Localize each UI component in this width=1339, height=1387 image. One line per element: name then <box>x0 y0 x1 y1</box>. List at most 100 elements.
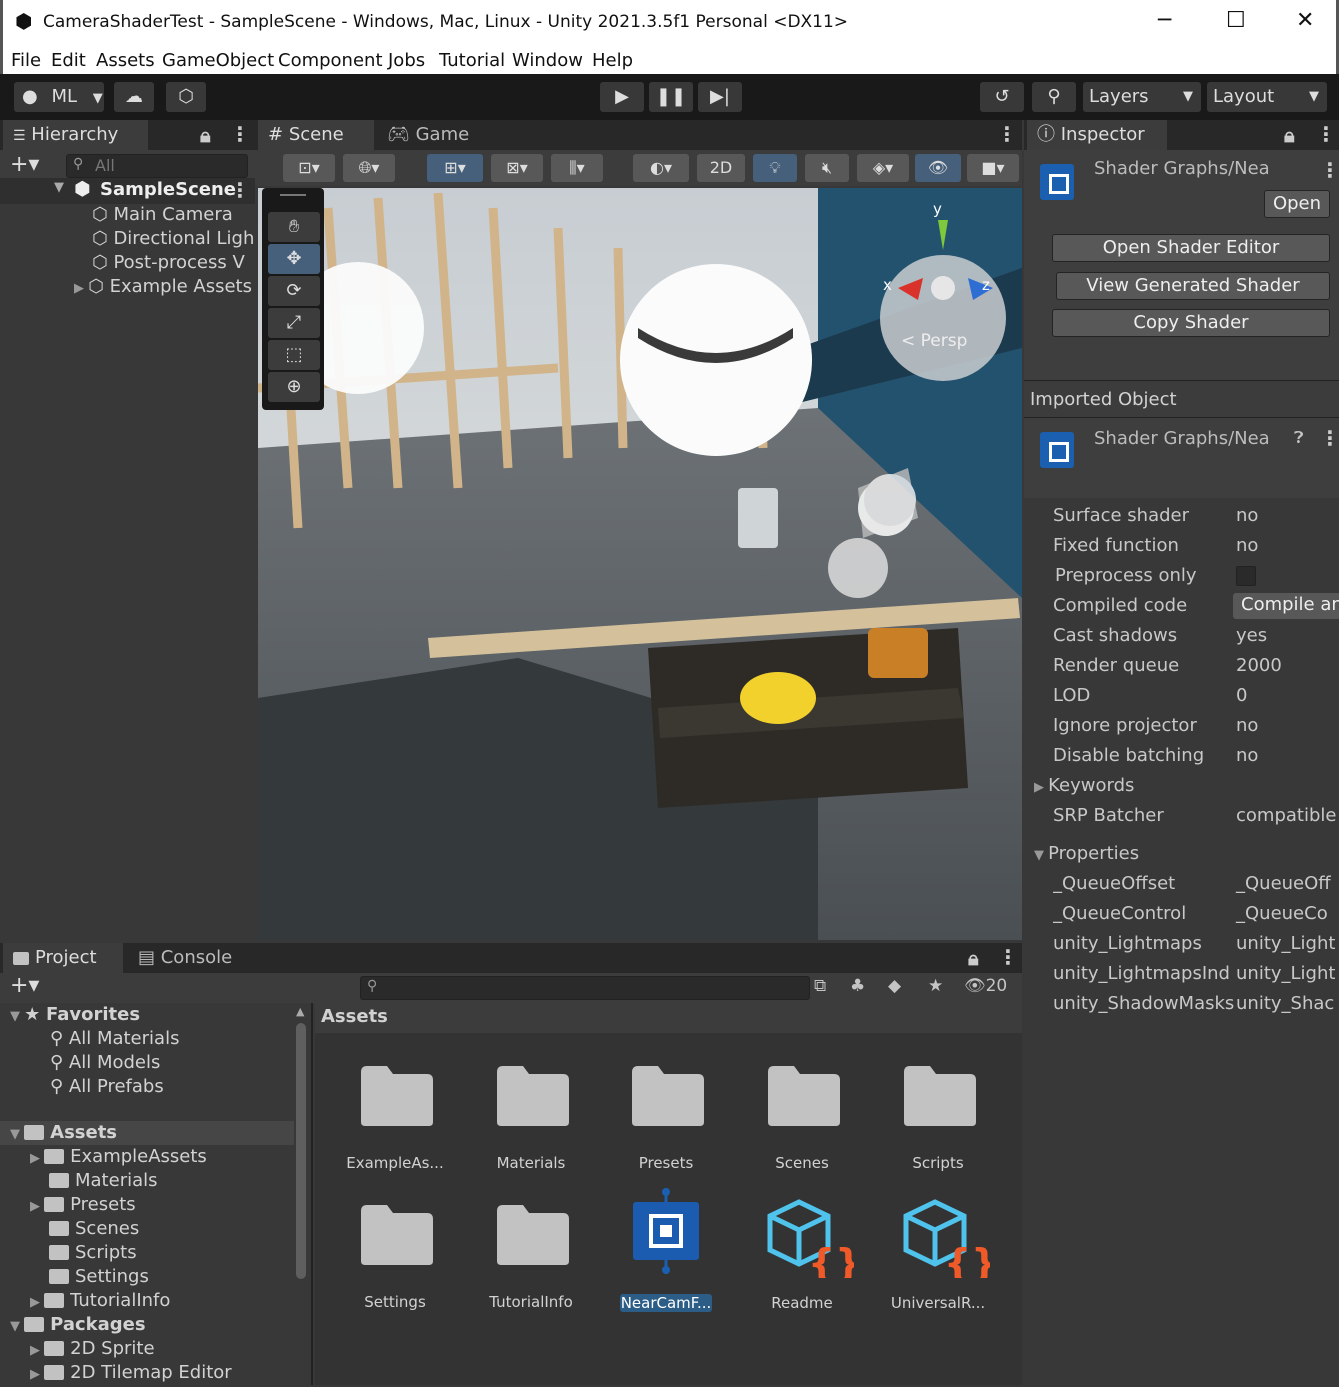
menu-edit[interactable]: Edit <box>51 50 86 71</box>
open-shader-editor-button[interactable]: Open Shader Editor <box>1052 234 1330 262</box>
asset-item-selected[interactable]: NearCamF... <box>606 1188 726 1313</box>
cloud-button[interactable]: ☁ <box>114 82 154 112</box>
shading-dropdown[interactable]: ◐▾ <box>633 154 689 182</box>
breadcrumb-assets[interactable]: Assets <box>321 1006 388 1027</box>
package-item[interactable]: ▶ 2D Sprite <box>30 1337 155 1361</box>
compile-button[interactable]: Compile an <box>1233 593 1339 619</box>
global-dropdown[interactable]: 🌐︎▾ <box>343 154 395 182</box>
drag-handle[interactable] <box>280 194 306 196</box>
layers-dropdown[interactable]: Layers ▼ <box>1083 82 1201 112</box>
folder-item[interactable]: Settings <box>49 1265 149 1289</box>
star-icon[interactable]: ★ <box>928 976 943 996</box>
asset-item[interactable]: {} Readme <box>742 1188 862 1313</box>
lock-icon[interactable]: 🔒︎ <box>968 946 979 970</box>
hidden-packages-toggle[interactable]: 👁︎20 <box>964 976 1007 996</box>
tab-game[interactable]: 🎮︎ Game <box>377 120 487 150</box>
folder-item[interactable]: Scripts <box>49 1241 137 1265</box>
tab-hierarchy[interactable]: ☰ Hierarchy <box>3 120 148 150</box>
menu-component[interactable]: Component <box>278 50 383 71</box>
play-button[interactable]: ▶ <box>600 82 644 112</box>
gizmo-y-label[interactable]: y <box>933 200 942 218</box>
grid-snap-dropdown[interactable]: ⊞▾ <box>427 154 483 182</box>
gizmo-x-label[interactable]: x <box>883 276 892 294</box>
kebab-menu-icon[interactable]: ⋮ <box>997 122 1017 146</box>
asset-item[interactable]: Settings <box>335 1197 455 1317</box>
label-icon[interactable]: ◆ <box>888 976 901 996</box>
menu-file[interactable]: File <box>11 50 41 71</box>
menu-window[interactable]: Window <box>512 50 583 71</box>
tree-scrollbar[interactable] <box>296 1023 306 1279</box>
tab-console[interactable]: ▤ Console <box>128 943 258 973</box>
projection-toggle[interactable]: < Persp <box>901 331 967 351</box>
move-tool-button[interactable]: ✥ <box>268 244 320 274</box>
copy-shader-button[interactable]: Copy Shader <box>1052 309 1330 337</box>
camera-dropdown[interactable]: ■▾ <box>967 154 1019 182</box>
rect-tool-button[interactable]: ⬚ <box>268 340 320 370</box>
add-icon[interactable]: +▾ <box>10 152 39 177</box>
hierarchy-item[interactable]: ⬡ Main Camera <box>92 203 255 227</box>
help-icon[interactable]: ❓︎ <box>1294 428 1304 448</box>
folder-item[interactable]: ▶ Presets <box>30 1193 136 1217</box>
asset-item[interactable]: Scripts <box>878 1058 998 1178</box>
effects-dropdown[interactable]: ◈▾ <box>857 154 909 182</box>
search-type-icon[interactable]: ⧉ <box>814 976 826 996</box>
kebab-menu-icon[interactable]: ⋮ <box>230 122 250 146</box>
hierarchy-item[interactable]: ▶ ⬡ Example Assets <box>74 275 255 299</box>
collab-button[interactable]: ⬡ <box>166 82 206 112</box>
draw-mode-dropdown[interactable]: ⊡▾ <box>283 154 335 182</box>
pause-button[interactable]: ❚❚ <box>649 82 693 112</box>
close-icon[interactable]: ✕ <box>1296 8 1314 33</box>
maximize-icon[interactable]: ☐ <box>1226 8 1246 33</box>
menu-tutorial[interactable]: Tutorial <box>439 50 505 71</box>
transform-tool-button[interactable]: ⊕ <box>268 372 320 402</box>
view-generated-shader-button[interactable]: View Generated Shader <box>1056 272 1330 300</box>
open-button[interactable]: Open <box>1264 190 1330 218</box>
toggle-2d-button[interactable]: 2D <box>697 154 745 182</box>
favorite-item[interactable]: ⚲ All Models <box>50 1051 160 1075</box>
scale-tool-button[interactable]: ⤢ <box>268 308 320 338</box>
menu-assets[interactable]: Assets <box>96 50 155 71</box>
kebab-menu-icon[interactable]: ⋮ <box>1316 122 1336 146</box>
lock-icon[interactable]: 🔒︎ <box>200 123 211 147</box>
scene-viewport[interactable]: y x z < Persp ✋︎ ✥ ⟳ ⤢ ⬚ ⊕ <box>258 188 1022 940</box>
gizmo-z-label[interactable]: z <box>982 276 990 294</box>
ruler-dropdown[interactable]: ⫼▾ <box>551 154 603 182</box>
favorite-item[interactable]: ⚲ All Prefabs <box>50 1075 164 1099</box>
search-input[interactable]: ⚲ All <box>66 154 248 178</box>
asset-item[interactable]: {} UniversalR... <box>878 1188 998 1313</box>
keywords-foldout[interactable]: ▶ Keywords <box>1034 771 1320 801</box>
lighting-toggle[interactable]: 💡︎ <box>753 154 797 182</box>
hierarchy-item[interactable]: ⬡ Post-process V <box>92 251 255 275</box>
kebab-menu-icon[interactable]: ⋮ <box>998 945 1018 969</box>
menu-help[interactable]: Help <box>592 50 633 71</box>
assets-root[interactable]: ▼ Assets <box>0 1121 294 1145</box>
preprocess-only-checkbox[interactable] <box>1236 566 1256 586</box>
kebab-menu-icon[interactable]: ⋮ <box>1320 158 1339 182</box>
search-button[interactable]: ⚲ <box>1032 82 1076 112</box>
kebab-menu-icon[interactable]: ⋮ <box>230 178 250 202</box>
asset-item[interactable]: Presets <box>606 1058 726 1178</box>
properties-foldout[interactable]: ▼ Properties <box>1034 839 1320 869</box>
menu-gameobject[interactable]: GameObject <box>162 50 274 71</box>
packages-root[interactable]: ▼ Packages <box>10 1313 146 1337</box>
step-button[interactable]: ▶| <box>698 82 742 112</box>
tab-project[interactable]: Project <box>3 943 123 973</box>
folder-item[interactable]: Materials <box>49 1169 158 1193</box>
folder-item[interactable]: ▶ TutorialInfo <box>30 1289 170 1313</box>
scroll-up-icon[interactable]: ▲ <box>296 1005 304 1018</box>
filter-type-icon[interactable]: ♣ <box>850 976 865 996</box>
rotate-tool-button[interactable]: ⟳ <box>268 276 320 306</box>
favorites-foldout[interactable]: ▼ ★ Favorites <box>10 1003 140 1027</box>
tab-scene[interactable]: # Scene <box>258 120 374 150</box>
kebab-menu-icon[interactable]: ⋮ <box>1320 426 1339 450</box>
package-item[interactable]: ▶ 2D Tilemap Editor <box>30 1361 232 1385</box>
lock-icon[interactable]: 🔒︎ <box>1284 123 1295 147</box>
add-icon[interactable]: +▾ <box>10 973 39 998</box>
asset-item[interactable]: ExampleAs... <box>335 1058 455 1178</box>
minimize-icon[interactable]: ─ <box>1158 8 1171 33</box>
asset-item[interactable]: TutorialInfo <box>471 1197 591 1317</box>
asset-item[interactable]: Materials <box>471 1058 591 1178</box>
hand-tool-button[interactable]: ✋︎ <box>268 212 320 242</box>
undo-history-button[interactable]: ↺ <box>980 82 1024 112</box>
tab-inspector[interactable]: ⓘ Inspector <box>1027 120 1167 150</box>
